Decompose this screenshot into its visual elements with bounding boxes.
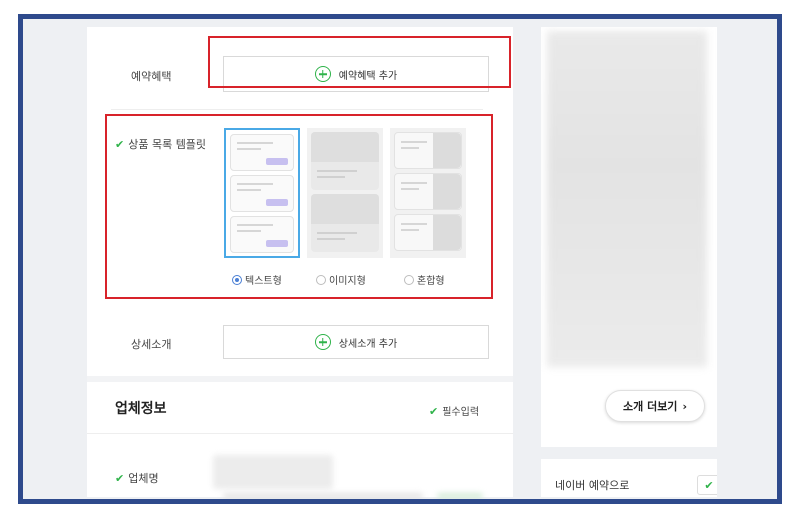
naver-booking-text: 네이버 예약으로: [555, 479, 630, 492]
add-detail-button[interactable]: 상세소개 추가: [223, 325, 489, 359]
company-name-field[interactable]: [213, 455, 333, 489]
required-indicator: ✔ 필수입력: [429, 403, 479, 418]
company-name-label-text: 업체명: [128, 472, 159, 485]
naver-check-button[interactable]: ✔: [697, 475, 717, 495]
company-section-title: 업체정보: [115, 401, 167, 417]
plus-circle-icon: [314, 334, 331, 350]
blurred-hint: [223, 493, 423, 499]
panel-gap: [541, 447, 717, 459]
highlight-box-benefit: [208, 36, 511, 88]
benefit-label: 예약혜택: [131, 70, 172, 83]
chevron-right-icon: ›: [682, 399, 687, 413]
highlight-box-template: [105, 114, 493, 299]
section-separator: [87, 376, 513, 382]
required-text: 필수입력: [442, 407, 480, 418]
blurred-preview: [547, 31, 707, 367]
add-detail-label: 상세소개 추가: [338, 338, 398, 350]
more-intro-label: 소개 더보기: [623, 400, 678, 413]
divider: [111, 109, 483, 110]
check-icon: ✔: [429, 405, 439, 418]
more-intro-button[interactable]: 소개 더보기 ›: [605, 390, 705, 422]
check-icon: ✔: [704, 478, 714, 492]
detail-label: 상세소개: [131, 338, 172, 351]
preview-panel: 소개 더보기 › 네이버 예약으로 ✔: [541, 27, 717, 497]
blurred-hint: [437, 493, 483, 499]
divider: [87, 433, 513, 434]
check-icon: ✔: [115, 472, 125, 485]
company-name-label: ✔ 업체명: [115, 470, 159, 486]
screenshot-frame: 예약혜택 예약혜택 추가 ✔ 상품 목록 템플릿 텍스트형 이미지형 혼합형 상…: [18, 14, 782, 504]
